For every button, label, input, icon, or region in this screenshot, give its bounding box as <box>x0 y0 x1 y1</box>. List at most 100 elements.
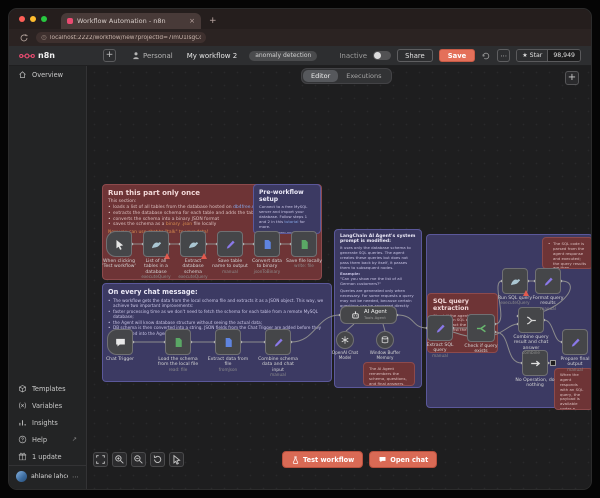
window-minimize-button[interactable] <box>30 16 36 22</box>
node-convert-binary[interactable] <box>254 231 280 257</box>
open-chat-button[interactable]: Open chat <box>369 451 437 468</box>
more-options-button[interactable]: ⋯ <box>497 49 510 62</box>
sidebar-item-help[interactable]: Help ↗ <box>9 431 86 448</box>
window-close-button[interactable] <box>19 16 25 22</box>
node-label: Check if query exists <box>461 344 501 355</box>
node-extract-schema[interactable] <box>180 231 206 257</box>
new-tab-button[interactable]: + <box>209 13 217 29</box>
node-combine-schema-chat[interactable] <box>265 329 291 355</box>
tab-executions[interactable]: Executions <box>338 70 389 82</box>
workflow-name[interactable]: My workflow 2 <box>187 52 237 60</box>
gift-icon <box>18 452 27 461</box>
node-sublabel: Tools Agent <box>364 316 387 320</box>
add-node-button[interactable]: + <box>565 71 579 85</box>
box-icon <box>18 384 27 393</box>
fit-view-button[interactable] <box>93 452 108 467</box>
sidebar-item-variables[interactable]: Variables <box>9 397 86 414</box>
flask-icon <box>291 455 300 465</box>
node-label: Combine schema data and chat inputmanual <box>256 357 300 378</box>
openai-icon <box>340 335 350 345</box>
node-buffer-memory[interactable] <box>376 331 394 349</box>
tab-editor[interactable]: Editor <box>303 70 338 82</box>
status-label: Inactive <box>339 52 367 60</box>
save-button[interactable]: Save <box>439 49 476 62</box>
tidy-up-button[interactable] <box>169 452 184 467</box>
n8n-app: n8n + Personal My workflow 2 anomaly det… <box>9 46 591 489</box>
extract-file-icon <box>222 336 235 349</box>
node-run-sql[interactable] <box>502 268 528 294</box>
sticky-agent-note[interactable]: The AI Agent remembers the schema, quest… <box>363 362 415 386</box>
node-save-file[interactable] <box>291 231 317 257</box>
node-label: Extract data from filefromJson <box>206 357 250 373</box>
node-format-results[interactable] <box>535 268 561 294</box>
active-toggle[interactable] <box>373 51 391 60</box>
node-check-query[interactable] <box>467 314 495 342</box>
close-tab-icon[interactable]: × <box>189 17 195 25</box>
workflow-tag[interactable]: anomaly detection <box>249 51 317 61</box>
toggle-knob <box>374 52 381 59</box>
sidebar-label: Variables <box>32 402 62 410</box>
node-label: Convert data to binaryjsonToBinary <box>249 259 285 275</box>
node-extract-sql[interactable] <box>427 315 453 341</box>
sticky-pre-setup[interactable]: Pre-workflow setup Connect to a free MyS… <box>253 184 321 234</box>
sidebar-item-insights[interactable]: Insights <box>9 414 86 431</box>
node-label: Chat Trigger <box>98 357 142 362</box>
node-extract-file[interactable] <box>215 329 241 355</box>
node-label: Window Buffer Memory <box>368 351 402 361</box>
mysql-icon <box>150 238 163 251</box>
sidebar-item-updates[interactable]: 1 update <box>9 448 86 465</box>
save-file-icon <box>298 238 311 251</box>
variables-icon <box>18 401 27 410</box>
node-save-table-name[interactable] <box>217 231 243 257</box>
node-load-schema[interactable] <box>165 329 191 355</box>
chat-icon <box>378 455 387 464</box>
button-label: Open chat <box>390 456 428 464</box>
sidebar-label: Overview <box>32 71 63 79</box>
reset-zoom-button[interactable] <box>150 452 165 467</box>
sidebar-item-overview[interactable]: Overview <box>9 66 86 83</box>
share-button[interactable]: Share <box>397 49 433 62</box>
memory-icon <box>380 335 390 345</box>
n8n-favicon <box>67 18 73 24</box>
reload-icon[interactable] <box>19 33 29 43</box>
sticky-query-note[interactable]: The SQL code is parsed from the agent re… <box>542 237 591 269</box>
pencil-icon <box>272 336 285 349</box>
browser-tab[interactable]: Workflow Automation - n8n × <box>61 13 201 29</box>
robot-icon <box>350 310 361 321</box>
workflow-canvas[interactable]: Run this part only once This section: lo… <box>88 66 591 489</box>
browser-window: Workflow Automation - n8n × + localhost:… <box>8 8 592 490</box>
node-openai-model[interactable] <box>336 331 354 349</box>
window-zoom-button[interactable] <box>41 16 47 22</box>
user-options-icon[interactable]: ⋯ <box>72 473 79 481</box>
node-ai-agent[interactable]: AI Agent Tools Agent <box>340 306 397 324</box>
node-label: Run SQL queryexecuteQuery <box>497 296 533 306</box>
person-icon <box>132 51 140 60</box>
history-icon[interactable] <box>481 51 491 61</box>
github-star-widget[interactable]: ★ Star 98,949 <box>516 49 581 62</box>
merge-icon <box>525 314 538 327</box>
test-workflow-button[interactable]: Test workflow <box>282 451 363 468</box>
node-label: Save table name to outputmanual <box>212 259 248 275</box>
sticky-final-note[interactable]: When the agent responds with an SQL quer… <box>554 368 591 410</box>
zoom-out-button[interactable] <box>131 452 146 467</box>
node-chat-trigger[interactable] <box>107 329 133 355</box>
browser-tabbar: Workflow Automation - n8n × + <box>9 9 591 29</box>
logo-text: n8n <box>38 51 55 60</box>
node-label: No Operation, do nothing <box>512 378 558 389</box>
site-info-icon[interactable] <box>41 34 47 41</box>
arrow-right-icon <box>529 357 542 370</box>
mode-tabs: Editor Executions <box>301 68 392 84</box>
node-prepare-final[interactable] <box>562 329 588 355</box>
node-label: When clicking 'Test workflow' <box>101 259 137 270</box>
node-list-tables[interactable] <box>143 231 169 257</box>
user-menu[interactable]: ahlane lahcen ⋯ <box>9 465 86 487</box>
add-workflow-button[interactable]: + <box>103 49 116 62</box>
sidebar-item-templates[interactable]: Templates <box>9 380 86 397</box>
address-bar[interactable]: localhost:2222/workflow/new?projectId=7i… <box>36 32 206 43</box>
breadcrumb-project[interactable]: Personal <box>132 51 173 60</box>
sidebar: Overview Templates Variables <box>9 66 87 489</box>
user-name: ahlane lahcen <box>31 473 68 480</box>
zoom-in-button[interactable] <box>112 452 127 467</box>
n8n-logo: n8n <box>19 51 55 61</box>
node-manual-trigger[interactable] <box>106 231 132 257</box>
